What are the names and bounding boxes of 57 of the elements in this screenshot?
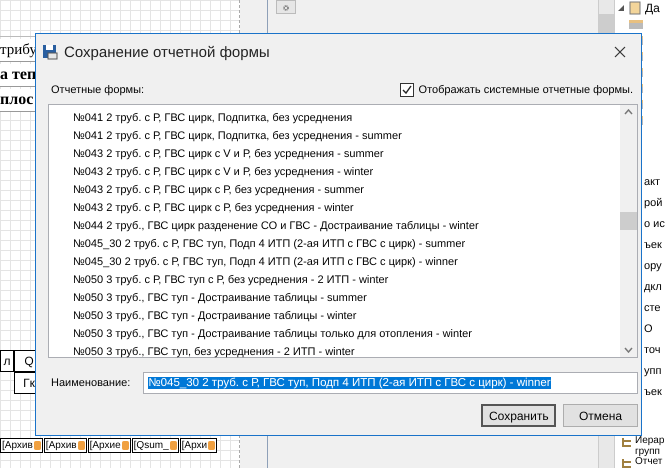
list-item[interactable]: №050 3 труб., ГВС туп - Достраивание таблицы только для отопления - winter bbox=[49, 325, 620, 343]
panel-text: упп bbox=[644, 364, 662, 379]
list-item[interactable]: №041 2 труб. с Р, ГВС цирк, Подпитка, без усреднения bbox=[49, 109, 620, 127]
scroll-thumb[interactable] bbox=[620, 212, 637, 230]
field-tag[interactable]: [Архив bbox=[0, 438, 43, 453]
list-item[interactable]: №050 3 труб., ГВС туп - Достраивание таблицы - winter bbox=[49, 307, 620, 325]
panel-text: сте bbox=[644, 301, 661, 316]
list-item[interactable]: №045_30 2 труб. с Р, ГВС туп, Подп 4 ИТП (2-ая ИТП с ГВС с цирк) - summer bbox=[49, 235, 620, 253]
list-item[interactable]: №050 3 труб., ГВС туп, без усреднения - 2 ИТП - winter bbox=[49, 343, 620, 361]
database-icon bbox=[208, 441, 216, 450]
list-item[interactable]: №041 2 труб. с Р, ГВС цирк, Подпитка, без усреднения - summer bbox=[49, 127, 620, 145]
save-button[interactable]: Сохранить bbox=[481, 404, 556, 427]
database-icon bbox=[170, 441, 177, 450]
collapse-icon[interactable] bbox=[617, 4, 625, 12]
list-item[interactable]: №043 2 труб. с Р, ГВС цирк с V и Р, без усреднения - winter bbox=[49, 163, 620, 181]
close-icon bbox=[614, 46, 626, 58]
scrollbar[interactable] bbox=[620, 105, 637, 357]
list-item[interactable]: №050 3 труб., ГВС туп - Достраивание таблицы - summer bbox=[49, 289, 620, 307]
field-tag[interactable]: [Архие bbox=[88, 438, 131, 453]
panel-text: ъек bbox=[644, 238, 662, 253]
panel-text: ъек bbox=[644, 385, 662, 400]
list-item[interactable]: №043 2 труб. с Р, ГВС цирк с V и Р, без усреднения - summer bbox=[49, 145, 620, 163]
field-tag[interactable]: [Qsum_ bbox=[132, 438, 179, 453]
panel-text: рой bbox=[644, 196, 662, 211]
database-icon bbox=[122, 441, 129, 450]
field-tag[interactable]: [Архи bbox=[180, 438, 218, 453]
tree-item[interactable]: Да bbox=[645, 1, 660, 15]
hierarchy-icon bbox=[621, 437, 631, 447]
name-label: Наименование: bbox=[51, 377, 130, 389]
cancel-button[interactable]: Отмена bbox=[563, 404, 638, 427]
panel-text: дкл bbox=[644, 280, 662, 295]
settings-button[interactable] bbox=[276, 0, 296, 14]
name-field[interactable]: №045_30 2 труб. с Р, ГВС туп, Подп 4 ИТП (2-ая ИТП с ГВС с цирк) - winner bbox=[143, 372, 638, 394]
list-item[interactable]: №043 2 труб. с Р, ГВС цирк с Р, без усреднения - summer bbox=[49, 181, 620, 199]
scroll-down-icon[interactable] bbox=[624, 347, 633, 353]
checkbox-label[interactable]: Отображать системные отчетные формы. bbox=[418, 84, 633, 96]
folder-icon bbox=[629, 1, 641, 15]
database-icon bbox=[34, 441, 41, 450]
list-item[interactable]: №043 2 труб. с Р, ГВС цирк с Р, без усреднения - winter bbox=[49, 199, 620, 217]
tree-item[interactable]: Отчет bbox=[635, 457, 662, 468]
panel-text: точ bbox=[644, 343, 661, 358]
list-item[interactable]: №050 3 труб. с Р, ГВС туп с Р, без усреднения - 2 ИТП - winter bbox=[49, 271, 620, 289]
hierarchy-icon bbox=[621, 458, 631, 468]
table-cell: л bbox=[0, 350, 14, 372]
list-item[interactable]: №045_30 2 труб. с Р, ГВС туп, Подп 4 ИТП (2-ая ИТП с ГВС с цирк) - winner bbox=[49, 253, 620, 271]
database-icon bbox=[78, 441, 85, 450]
tree-item[interactable]: Иерар bbox=[635, 436, 664, 446]
panel-text: ору bbox=[644, 259, 662, 274]
table-icon bbox=[629, 20, 643, 28]
scroll-up-icon[interactable] bbox=[624, 109, 633, 115]
tree-item[interactable]: групп bbox=[635, 446, 660, 457]
panel-text: о ис bbox=[644, 217, 665, 232]
list-item[interactable]: №044 2 труб., ГВС цирк разденение СО и ГВС - Достраивание таблицы - winter bbox=[49, 217, 620, 235]
checkbox[interactable] bbox=[400, 83, 414, 97]
panel-text: О bbox=[644, 322, 653, 337]
field-tag[interactable]: [Архив bbox=[44, 438, 87, 453]
panel-text: акт bbox=[644, 175, 660, 190]
